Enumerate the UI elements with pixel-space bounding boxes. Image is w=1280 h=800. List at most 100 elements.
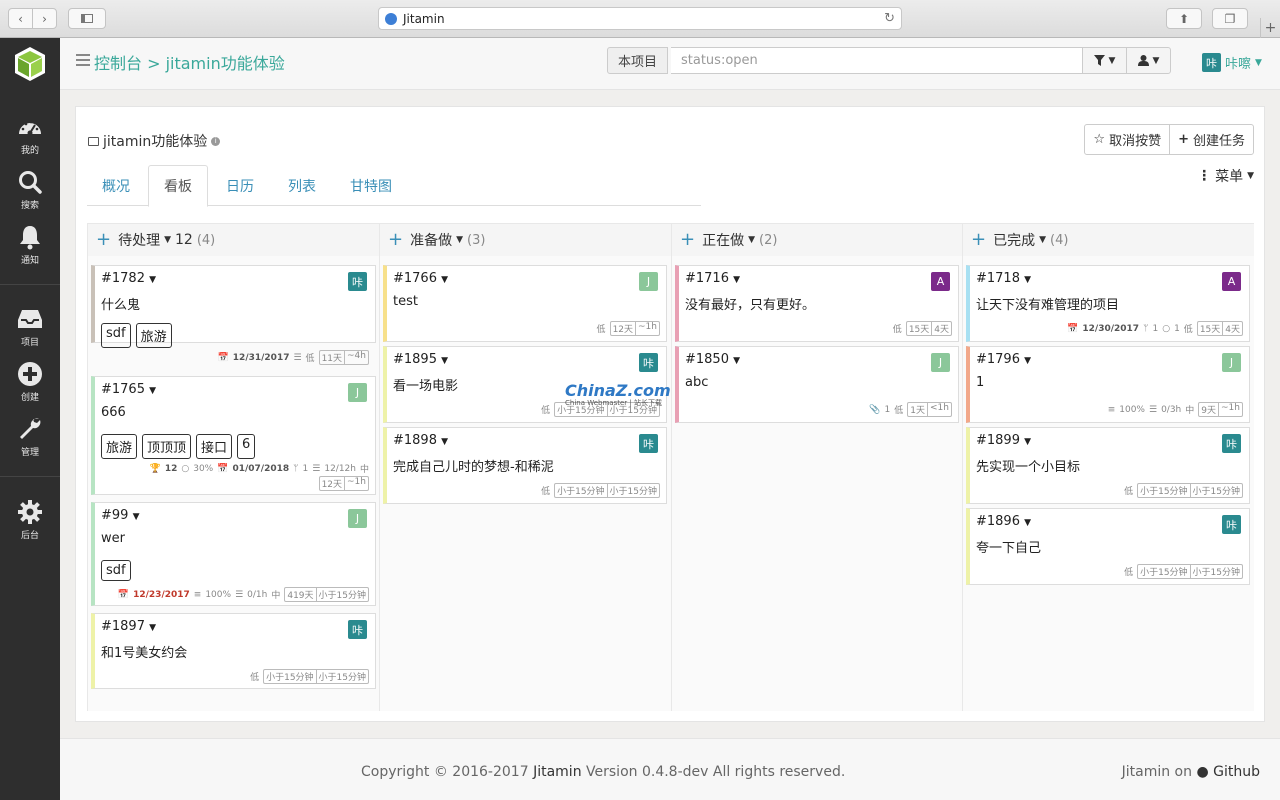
tab-board[interactable]: 看板 <box>148 165 208 207</box>
tab-list[interactable]: 列表 <box>273 165 331 206</box>
brand-link[interactable]: Jitamin <box>533 764 582 780</box>
github-link[interactable]: Github <box>1213 764 1260 780</box>
list-icon: ≡ <box>1107 404 1116 415</box>
caret-down-icon[interactable]: ▼ <box>1039 235 1046 245</box>
task-id[interactable]: #1716 ▼ <box>685 271 740 286</box>
task-meta: 📅 12/31/2017 ☰ 低 11天 ~4h <box>218 350 369 365</box>
task-card[interactable]: #1765 ▼ 666 J 旅游 顶顶顶 接口 6 🏆 12 ○ 30% 📅 01/0… <box>91 376 376 495</box>
column-title[interactable]: 正在做 <box>702 230 744 250</box>
task-id[interactable]: #1899 ▼ <box>976 433 1031 448</box>
left-nav: 我的 搜索 通知 项目 创建 管理 后台 <box>0 38 60 800</box>
task-title: 让天下没有难管理的项目 <box>976 298 1120 313</box>
task-tag: 6 <box>237 434 256 459</box>
add-task-icon[interactable]: + <box>388 231 403 249</box>
task-card[interactable]: #1718 ▼ 让天下没有难管理的项目 A 📅 12/30/2017 ᛘ1 ○ 1 … <box>966 265 1250 342</box>
caret-down-icon[interactable]: ▼ <box>748 235 755 245</box>
task-id[interactable]: #1898 ▼ <box>393 433 448 448</box>
column-header: + 已完成 ▼ (4) <box>963 224 1254 256</box>
task-card[interactable]: #1896 ▼ 夸一下自己 咔 低 小于15分钟 小于15分钟 <box>966 508 1250 585</box>
column-title[interactable]: 准备做 <box>410 230 452 250</box>
task-card[interactable]: #1716 ▼ 没有最好，只有更好。 A 低 15天 4天 <box>675 265 959 342</box>
user-filter-dropdown-button[interactable]: ▼ <box>1126 47 1171 74</box>
task-card[interactable]: #1782 ▼ 什么鬼 咔 sdf 旅游 📅 12/31/2017 ☰ 低 11天 ~… <box>91 265 376 365</box>
hamburger-icon[interactable] <box>76 54 90 66</box>
project-actions: ☆ 取消按赞 + 创建任务 <box>1084 124 1254 155</box>
star-icon: ☆ <box>1093 132 1106 147</box>
sidebar-icon <box>81 14 93 23</box>
sidebar-toggle-button[interactable] <box>68 8 106 29</box>
column-title[interactable]: 待处理 <box>118 230 160 250</box>
tab-gantt[interactable]: 甘特图 <box>335 165 407 206</box>
add-task-icon[interactable]: + <box>96 231 111 249</box>
user-menu[interactable]: 咔 咔嚓 ▼ <box>1202 53 1262 72</box>
search-input[interactable] <box>671 47 1083 74</box>
task-card[interactable]: #1897 ▼ 和1号美女约会 咔 低 小于15分钟 小于15分钟 <box>91 613 376 689</box>
task-id[interactable]: #1896 ▼ <box>976 514 1031 529</box>
nav-notifications[interactable]: 通知 <box>0 224 60 266</box>
tab-overview[interactable]: 概况 <box>87 165 145 206</box>
nav-dashboard-label: 我的 <box>20 146 39 156</box>
comment-icon: ○ <box>1162 323 1171 334</box>
tab-overview-button[interactable]: ❐ <box>1212 8 1248 29</box>
column-title[interactable]: 已完成 <box>993 230 1035 250</box>
breadcrumb[interactable]: 控制台 > jitamin功能体验 <box>94 50 285 74</box>
task-card[interactable]: #1899 ▼ 先实现一个小目标 咔 低 小于15分钟 小于15分钟 <box>966 427 1250 504</box>
task-meta: 🏆 12 ○ 30% 📅 01/07/2018 ᛘ1 ☰ 12/12h 中 <box>150 462 369 476</box>
task-id[interactable]: #1850 ▼ <box>685 352 740 367</box>
logo-icon[interactable] <box>14 46 46 82</box>
create-task-button[interactable]: + 创建任务 <box>1169 125 1253 154</box>
caret-down-icon[interactable]: ▼ <box>164 235 171 245</box>
task-card[interactable]: #1796 ▼ 1 J ≡ 100% ☰ 0/3h 中 9天 ~1h <box>966 346 1250 423</box>
task-id[interactable]: #1765 ▼ <box>101 382 156 397</box>
task-id[interactable]: #1796 ▼ <box>976 352 1031 367</box>
time-estimate: 15天 4天 <box>905 321 952 336</box>
add-task-icon[interactable]: + <box>971 231 986 249</box>
add-task-icon[interactable]: + <box>680 231 695 249</box>
task-card[interactable]: #1898 ▼ 完成自己儿时的梦想-和稀泥 咔 低 小于15分钟 小于15分钟 <box>383 427 667 504</box>
task-id[interactable]: #1895 ▼ <box>393 352 448 367</box>
task-id[interactable]: #1766 ▼ <box>393 271 448 286</box>
priority: 中 <box>359 465 369 475</box>
nav-dashboard[interactable]: 我的 <box>0 114 60 156</box>
column-limit: 12 <box>175 232 193 248</box>
nav-manage[interactable]: 管理 <box>0 416 60 458</box>
share-button[interactable]: ⬆ <box>1166 8 1202 29</box>
tab-calendar[interactable]: 日历 <box>211 165 269 206</box>
filter-dropdown-button[interactable]: ▼ <box>1082 47 1127 74</box>
calendar-icon: 📅 <box>1067 323 1079 334</box>
task-id[interactable]: #99 ▼ <box>101 508 140 523</box>
info-icon[interactable]: i <box>211 136 221 146</box>
avatar: 咔 <box>1222 515 1241 534</box>
chevron-left-icon: ‹ <box>18 11 23 26</box>
task-card[interactable]: #99 ▼ wer J sdf 📅 12/23/2017 ≡ 100% ☰ 0/1h … <box>91 502 376 606</box>
menu-dropdown-button[interactable]: ⋮ 菜单 ▼ <box>1197 166 1254 186</box>
new-tab-button[interactable]: + <box>1260 18 1280 38</box>
nav-create[interactable]: 创建 <box>0 361 60 403</box>
nav-admin[interactable]: 后台 <box>0 499 60 541</box>
task-title: 1 <box>976 375 985 390</box>
task-id[interactable]: #1782 ▼ <box>101 271 156 286</box>
subtask-count: 1 <box>302 463 309 474</box>
task-card[interactable]: #1766 ▼ test J 低 12天 ~1h <box>383 265 667 342</box>
column-count: (3) <box>467 232 486 248</box>
task-id[interactable]: #1718 ▼ <box>976 271 1031 286</box>
back-button[interactable]: ‹ <box>8 8 33 29</box>
unstar-button[interactable]: ☆ 取消按赞 <box>1085 125 1169 154</box>
share-icon: ⬆ <box>1178 11 1190 26</box>
nav-projects[interactable]: 项目 <box>0 306 60 348</box>
progress: 100% <box>205 589 232 600</box>
forward-button[interactable]: › <box>32 8 57 29</box>
caret-down-icon[interactable]: ▼ <box>456 235 463 245</box>
task-id[interactable]: #1897 ▼ <box>101 619 156 634</box>
avatar: J <box>348 509 367 528</box>
progress: 30% <box>193 463 214 474</box>
avatar: A <box>1222 272 1241 291</box>
watermark-line2: China Webmaster | 站长下载 <box>565 399 662 407</box>
nav-projects-label: 项目 <box>20 338 39 348</box>
task-card[interactable]: #1850 ▼ abc J 📎 1 低 1天 <1h <box>675 346 959 423</box>
address-bar[interactable]: Jitamin ↻ <box>378 7 902 30</box>
avatar: J <box>348 383 367 402</box>
document-icon: ☰ <box>312 463 321 474</box>
nav-search[interactable]: 搜索 <box>0 169 60 211</box>
reload-icon[interactable]: ↻ <box>884 11 895 26</box>
